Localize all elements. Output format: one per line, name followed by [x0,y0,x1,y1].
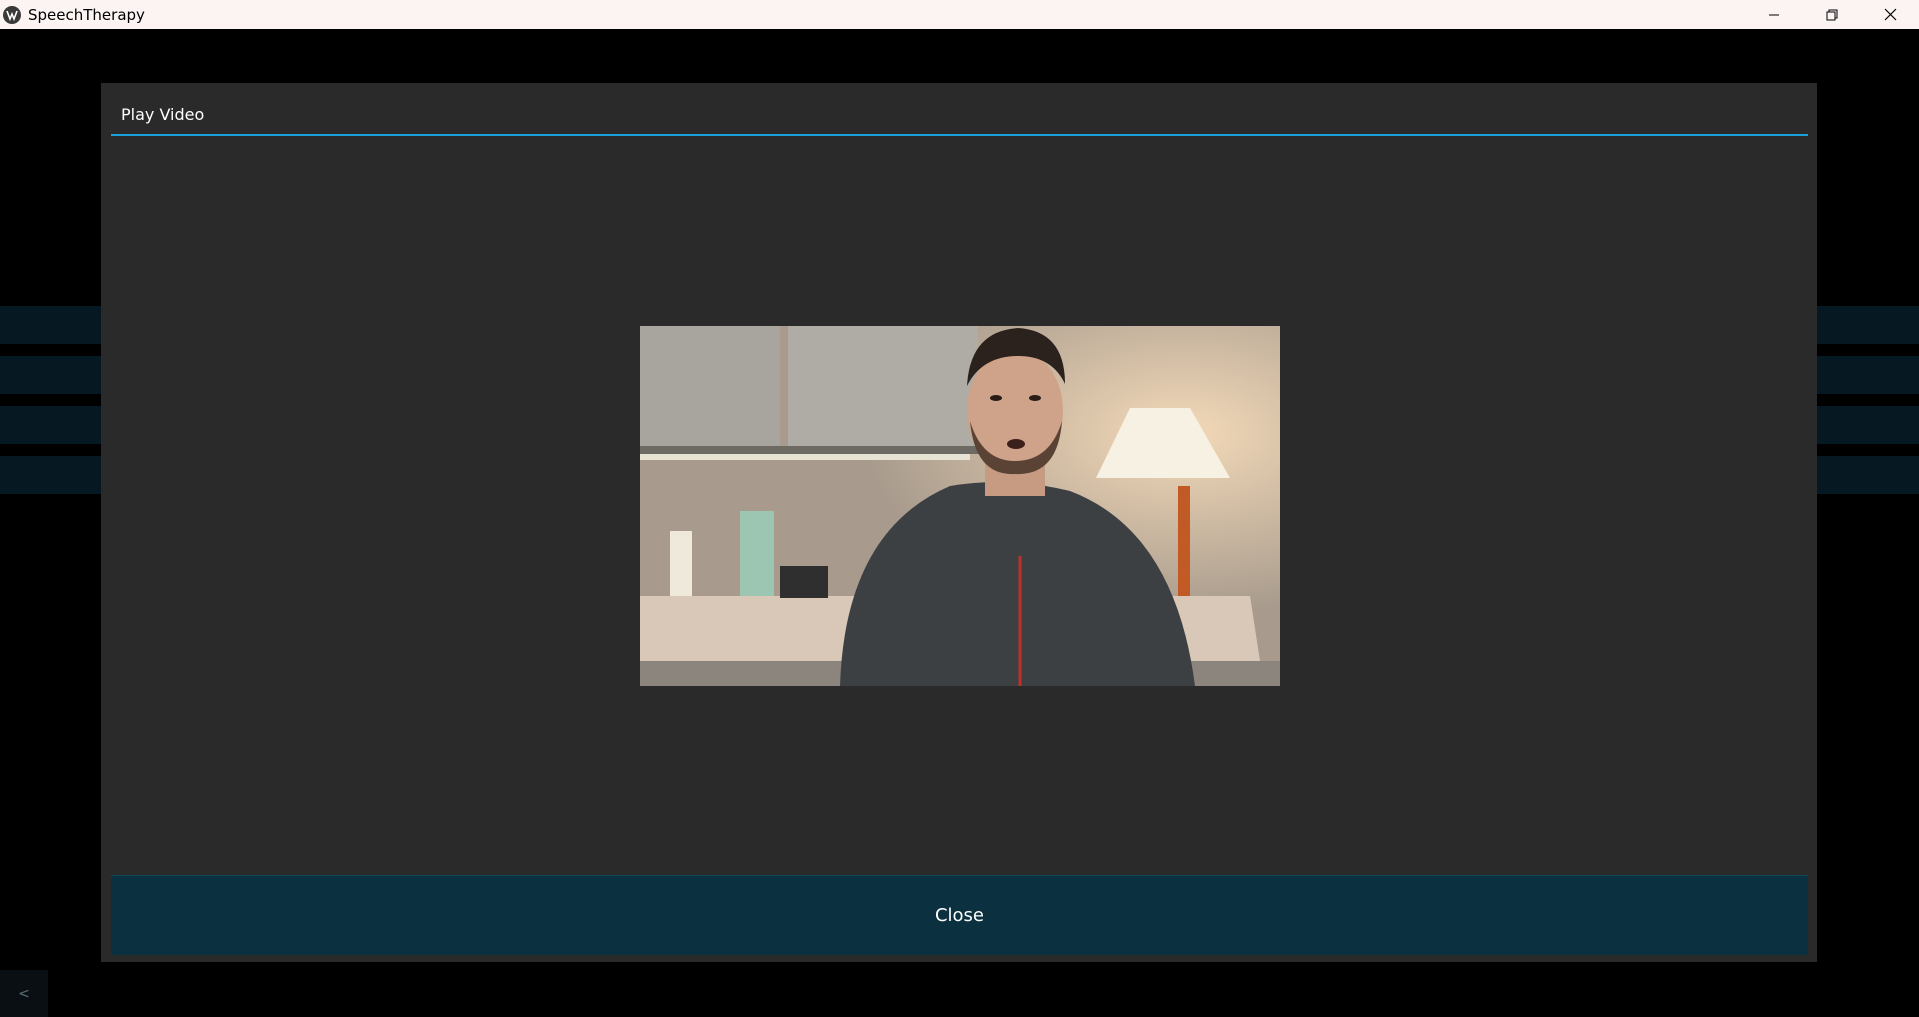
background-row [1817,356,1919,394]
background-row [0,406,101,444]
dialog-title: Play Video [121,105,205,124]
background-row [1817,456,1919,494]
dialog-divider [111,134,1808,136]
minimize-button[interactable] [1745,0,1803,29]
background-row [0,306,101,344]
video-player[interactable] [640,326,1280,686]
window-titlebar: SpeechTherapy [0,0,1919,29]
window-controls [1745,0,1919,29]
close-button[interactable]: Close [111,875,1808,955]
video-frame [640,326,1280,686]
background-row [0,456,101,494]
play-video-dialog: Play Video Close [101,83,1817,962]
app-logo-icon [3,5,21,24]
restore-icon [1826,9,1838,20]
minimize-icon [1769,14,1779,15]
background-row [1817,306,1919,344]
back-button[interactable]: < [0,970,48,1017]
background-row [1817,406,1919,444]
close-window-button[interactable] [1861,0,1919,29]
window-title: SpeechTherapy [28,5,145,24]
close-icon [1884,8,1896,21]
background-row [0,356,101,394]
restore-button[interactable] [1803,0,1861,29]
